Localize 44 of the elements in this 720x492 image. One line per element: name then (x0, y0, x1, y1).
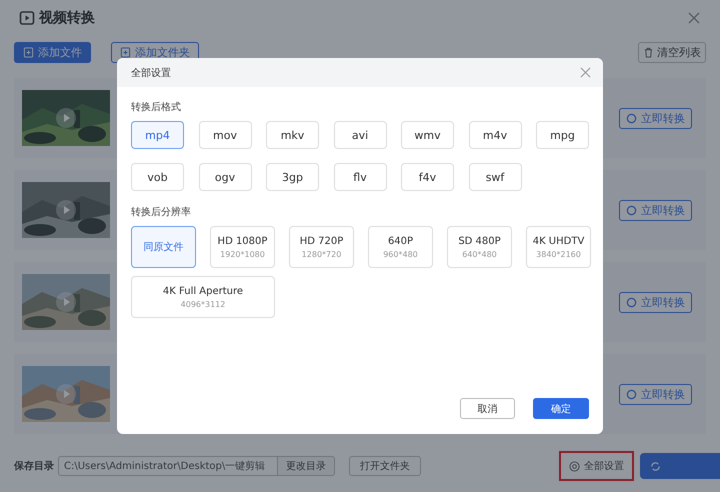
path-field[interactable]: C:\Users\Administrator\Desktop\一键剪辑 (58, 456, 278, 476)
clear-list-button[interactable]: 清空列表 (638, 42, 706, 62)
format-option[interactable]: mkv (266, 121, 319, 149)
resolution-option[interactable]: HD 720P 1280*720 (289, 226, 354, 268)
change-directory-button[interactable]: 更改目录 (278, 456, 335, 476)
circle-icon (626, 112, 637, 124)
resolution-option[interactable]: HD 1080P 1920*1080 (210, 226, 275, 268)
format-option[interactable]: f4v (401, 163, 454, 191)
format-option[interactable]: 3gp (266, 163, 319, 191)
resolution-option[interactable]: 640P 960*480 (368, 226, 433, 268)
app-title: 视频转换 (39, 9, 95, 27)
circle-icon (626, 204, 637, 216)
trash-icon (643, 46, 654, 58)
format-option[interactable]: mp4 (131, 121, 184, 149)
resolution-option[interactable]: SD 480P 640*480 (447, 226, 512, 268)
format-option[interactable]: flv (334, 163, 386, 191)
add-folder-icon (120, 46, 131, 58)
close-icon[interactable] (580, 67, 591, 78)
resolution-option[interactable]: 4K UHDTV 3840*2160 (526, 226, 591, 268)
all-settings-button[interactable]: 全部设置 (559, 451, 634, 481)
open-folder-button[interactable]: 打开文件夹 (349, 456, 421, 476)
resolution-option[interactable]: 4K Full Aperture 4096*3112 (131, 276, 275, 318)
video-convert-icon (19, 10, 35, 26)
resolution-option[interactable]: 同原文件 (131, 226, 196, 268)
circle-icon (626, 296, 637, 308)
format-option[interactable]: m4v (468, 121, 522, 149)
circle-icon (626, 388, 637, 400)
section-label: 转换后格式 (131, 100, 182, 114)
add-file-icon (23, 46, 34, 58)
section-label: 转换后分辨率 (131, 206, 192, 219)
format-option[interactable]: wmv (401, 121, 454, 149)
settings-icon (569, 460, 580, 472)
format-option[interactable]: mpg (536, 121, 589, 149)
format-option[interactable]: vob (131, 163, 184, 191)
format-option[interactable]: ogv (198, 163, 252, 191)
save-directory-label: 保存目录 (14, 460, 54, 473)
cancel-button[interactable]: 取消 (460, 398, 515, 419)
format-option[interactable]: swf (468, 163, 522, 191)
confirm-button[interactable]: 确定 (533, 398, 589, 419)
dialog-title: 全部设置 (131, 66, 171, 80)
format-option[interactable]: avi (334, 121, 386, 149)
close-icon[interactable] (688, 12, 700, 24)
format-option[interactable]: mov (198, 121, 252, 149)
refresh-icon (650, 460, 661, 472)
